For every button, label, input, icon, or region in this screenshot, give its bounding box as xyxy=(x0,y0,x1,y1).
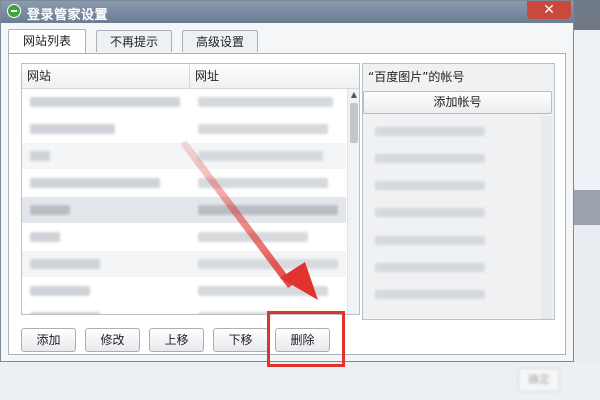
list-header: 网站 网址 xyxy=(22,64,359,89)
url-cell xyxy=(198,205,338,215)
edit-button[interactable]: 修改 xyxy=(85,328,140,352)
move-up-button[interactable]: 上移 xyxy=(149,328,204,352)
url-cell xyxy=(198,286,328,296)
add-button[interactable]: 添加 xyxy=(21,328,76,352)
column-header-site[interactable]: 网站 xyxy=(22,64,190,88)
table-row[interactable] xyxy=(22,251,346,277)
account-item[interactable] xyxy=(375,208,485,217)
site-cell xyxy=(30,97,180,107)
url-cell xyxy=(198,232,308,242)
site-cell xyxy=(30,178,160,188)
annotation-highlight-box xyxy=(267,311,345,367)
account-item[interactable] xyxy=(375,127,485,136)
account-item[interactable] xyxy=(375,154,485,163)
url-cell xyxy=(198,259,338,269)
app-logo-icon xyxy=(7,4,21,18)
site-cell xyxy=(30,259,100,269)
tab-site-list[interactable]: 网站列表 xyxy=(8,29,86,54)
table-row[interactable] xyxy=(22,170,346,196)
window-title: 登录管家设置 xyxy=(27,8,109,23)
table-row[interactable] xyxy=(22,197,346,223)
account-item[interactable] xyxy=(375,263,485,272)
column-header-url[interactable]: 网址 xyxy=(190,64,346,88)
url-cell xyxy=(198,151,323,161)
table-row[interactable] xyxy=(22,143,346,169)
background-app-edge xyxy=(570,0,600,400)
table-row[interactable] xyxy=(22,116,346,142)
tab-no-prompt[interactable]: 不再提示 xyxy=(96,30,172,52)
site-cell xyxy=(30,286,90,296)
account-panel-title: “百度图片”的帐号 xyxy=(368,70,465,84)
url-cell xyxy=(198,178,328,188)
site-cell xyxy=(30,232,60,242)
list-scrollbar[interactable]: ▲ xyxy=(347,89,359,314)
url-cell xyxy=(198,97,333,107)
title-bar[interactable]: 登录管家设置 ✕ xyxy=(1,1,573,23)
move-down-button[interactable]: 下移 xyxy=(213,328,268,352)
background-app-footer xyxy=(0,362,600,400)
account-scrollbar[interactable] xyxy=(541,116,552,319)
table-row[interactable] xyxy=(22,89,346,115)
url-cell xyxy=(198,124,328,134)
add-account-button[interactable]: 添加帐号 xyxy=(363,91,552,114)
site-list[interactable]: 网站 网址 ▲ xyxy=(21,63,360,315)
account-panel: “百度图片”的帐号 添加帐号 xyxy=(362,63,555,320)
table-row[interactable] xyxy=(22,224,346,250)
scroll-up-icon[interactable]: ▲ xyxy=(348,89,359,101)
account-item[interactable] xyxy=(375,236,485,245)
site-cell xyxy=(30,124,115,134)
background-button: 确定 xyxy=(518,368,560,392)
account-item[interactable] xyxy=(375,181,485,190)
site-cell xyxy=(30,151,50,161)
account-item[interactable] xyxy=(375,290,485,299)
site-cell xyxy=(30,312,100,314)
close-button[interactable]: ✕ xyxy=(527,1,571,19)
scroll-thumb[interactable] xyxy=(350,103,358,143)
site-cell xyxy=(30,205,70,215)
table-row[interactable] xyxy=(22,278,346,304)
tab-advanced[interactable]: 高级设置 xyxy=(182,30,258,52)
